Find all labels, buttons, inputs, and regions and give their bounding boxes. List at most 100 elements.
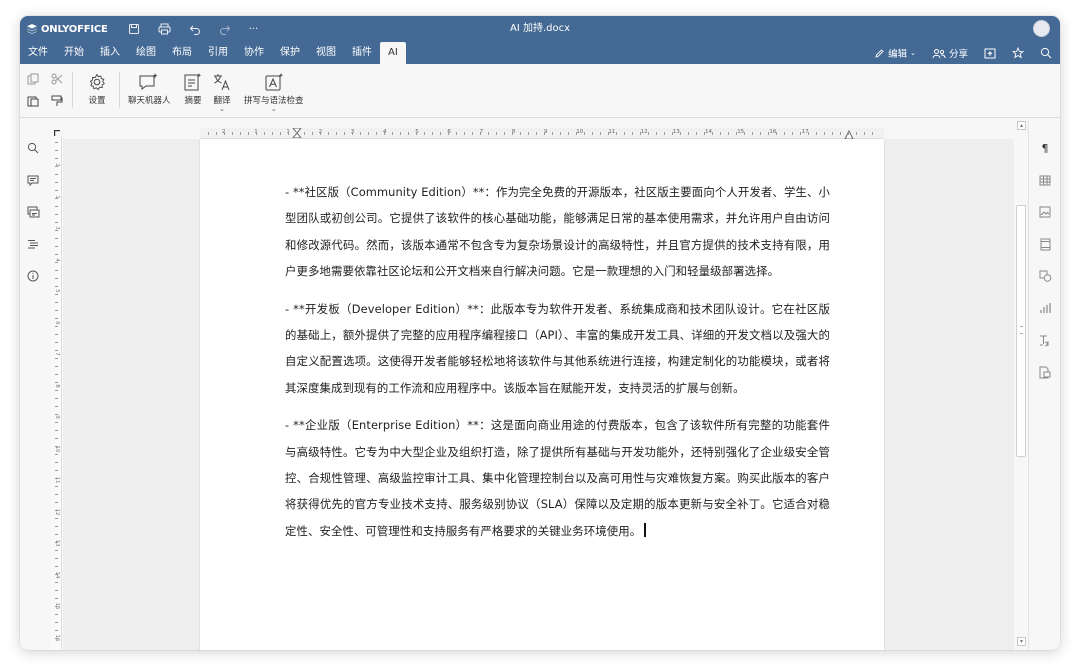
tab-6[interactable]: 协作: [236, 42, 272, 64]
open-location-button[interactable]: [984, 48, 996, 59]
left-sidebar: [20, 119, 48, 650]
image-settings-icon[interactable]: [1038, 205, 1052, 219]
text-art-settings-icon[interactable]: [1038, 333, 1052, 347]
ruler-label: 10: [54, 445, 60, 452]
first-line-indent-marker[interactable]: [292, 128, 302, 138]
summary-label: 摘要: [184, 96, 202, 106]
comments-icon[interactable]: [26, 173, 40, 187]
tab-7[interactable]: 保护: [272, 42, 308, 64]
search-icon[interactable]: [26, 141, 40, 155]
ruler-tick: [55, 438, 58, 439]
undo-icon[interactable]: [189, 23, 201, 35]
ruler-tick: [55, 310, 58, 311]
ruler-tick: [632, 132, 633, 135]
navigation-icon[interactable]: [26, 237, 40, 251]
ruler-label: 11: [608, 129, 616, 135]
chart-settings-icon[interactable]: [1038, 301, 1052, 315]
ruler-tick: [328, 132, 329, 135]
ruler-tick: [55, 630, 58, 631]
edit-mode-button[interactable]: 编辑 ⌄: [874, 46, 916, 60]
ruler-label: 2: [54, 163, 60, 167]
pencil-icon: [875, 48, 884, 58]
tab-8[interactable]: 视图: [308, 42, 344, 64]
tab-10[interactable]: AI: [380, 42, 406, 64]
tab-1[interactable]: 开始: [56, 42, 92, 64]
document-paragraph[interactable]: - **开发板（Developer Edition）**：此版本专为软件开发者、…: [285, 296, 830, 402]
chat-icon[interactable]: [26, 205, 40, 219]
ruler-tick: [704, 132, 705, 135]
vertical-scrollbar[interactable]: ▴ ▾: [1014, 119, 1028, 650]
search-button[interactable]: [1040, 47, 1052, 59]
ruler-tick: [840, 132, 841, 135]
shape-settings-icon[interactable]: [1038, 269, 1052, 283]
edit-mode-label: 编辑: [888, 49, 908, 60]
title-bar: ONLYOFFICE ··· AI 加持.docx: [20, 16, 1060, 42]
ai-settings-label: 设置: [88, 96, 106, 106]
ruler-tick: [784, 132, 785, 135]
scrollbar-thumb[interactable]: [1016, 205, 1026, 457]
redo-icon[interactable]: [219, 23, 231, 35]
ruler-tick: [344, 132, 345, 135]
table-settings-icon[interactable]: [1038, 173, 1052, 187]
ruler-tick: [55, 374, 58, 375]
paste-icon[interactable]: [26, 94, 40, 108]
document-paragraph[interactable]: - **社区版（Community Edition）**：作为完全免费的开源版本…: [285, 179, 830, 285]
scroll-up-arrow[interactable]: ▴: [1017, 121, 1026, 130]
share-button[interactable]: 分享: [932, 46, 968, 60]
summary-button[interactable]: 摘要: [183, 70, 203, 106]
ruler-tick: [416, 132, 417, 135]
print-icon[interactable]: [158, 23, 171, 35]
ruler-tick: [432, 132, 433, 135]
mail-merge-icon[interactable]: [1038, 365, 1052, 379]
spellcheck-button[interactable]: 拼写与语法检查 ⌄: [244, 70, 304, 113]
document-page[interactable]: - **社区版（Community Edition）**：作为完全免费的开源版本…: [200, 139, 884, 650]
ruler-tick: [55, 478, 58, 479]
document-paragraph[interactable]: - **企业版（Enterprise Edition）**：这是面向商业用途的付…: [285, 412, 830, 544]
horizontal-ruler[interactable]: 211234567891011121314151617: [200, 128, 884, 140]
ruler-tick: [304, 132, 305, 135]
ruler-tick: [664, 132, 665, 135]
cut-icon[interactable]: [50, 72, 64, 86]
chevron-down-icon: ⌄: [270, 105, 277, 113]
ruler-tick: [208, 132, 209, 135]
tab-0[interactable]: 文件: [20, 42, 56, 64]
more-button[interactable]: ···: [249, 24, 259, 35]
ruler-tick: [672, 132, 673, 135]
ai-settings-button[interactable]: 设置: [88, 70, 106, 106]
chatbot-label: 聊天机器人: [128, 96, 171, 106]
open-location-icon: [984, 48, 996, 58]
document-body[interactable]: - **社区版（Community Edition）**：作为完全免费的开源版本…: [285, 179, 830, 555]
ruler-tick: [248, 132, 249, 135]
paragraph-settings-icon[interactable]: ¶: [1038, 141, 1052, 155]
favorite-button[interactable]: [1012, 47, 1024, 59]
ruler-tick: [55, 262, 58, 263]
ruler-tick: [752, 132, 753, 135]
scroll-down-arrow[interactable]: ▾: [1017, 637, 1026, 646]
document-canvas: - **社区版（Community Edition）**：作为完全免费的开源版本…: [63, 139, 1014, 650]
ruler-tick: [864, 132, 865, 135]
format-painter-icon[interactable]: [50, 94, 64, 108]
chatbot-button[interactable]: 聊天机器人: [128, 70, 171, 106]
ruler-tick: [536, 132, 537, 135]
ruler-tick: [55, 430, 58, 431]
ruler-tick: [720, 132, 721, 135]
tab-5[interactable]: 引用: [200, 42, 236, 64]
tab-3[interactable]: 绘图: [128, 42, 164, 64]
ruler-tick: [55, 606, 58, 607]
tab-4[interactable]: 布局: [164, 42, 200, 64]
ruler-tick: [55, 190, 58, 191]
save-icon[interactable]: [128, 23, 140, 35]
ruler-tick: [55, 454, 58, 455]
header-footer-icon[interactable]: [1038, 237, 1052, 251]
vertical-ruler: 2134567891011121314151617: [51, 136, 62, 650]
copy-icon[interactable]: [26, 72, 40, 86]
user-avatar[interactable]: [1033, 20, 1050, 37]
ruler-tick: [360, 132, 361, 135]
translate-button[interactable]: 翻译 ⌄: [212, 70, 232, 113]
ruler-tick: [728, 132, 729, 135]
ruler-tick: [216, 132, 217, 135]
tab-2[interactable]: 插入: [92, 42, 128, 64]
tab-9[interactable]: 插件: [344, 42, 380, 64]
ruler-tick: [648, 132, 649, 135]
info-icon[interactable]: [26, 269, 40, 283]
